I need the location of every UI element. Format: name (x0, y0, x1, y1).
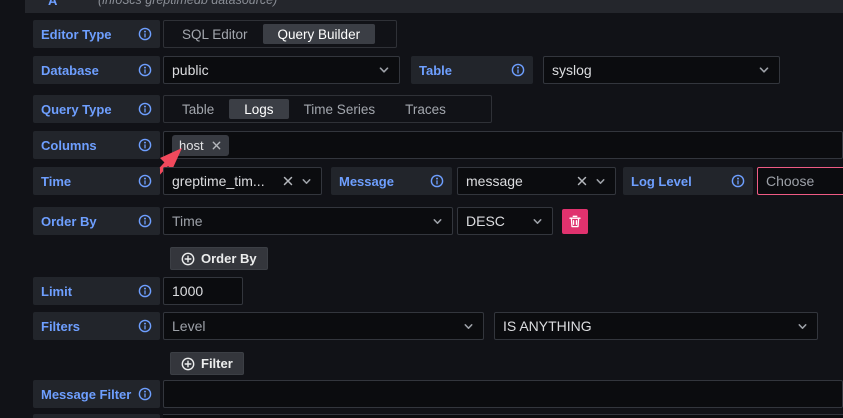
order-by-field-value: Time (172, 213, 425, 229)
order-by-label-text: Order By (41, 214, 97, 229)
time-column-select[interactable]: greptime_tim... (163, 167, 322, 195)
database-value: public (172, 62, 371, 78)
add-order-by-button[interactable]: Order By (170, 247, 268, 270)
message-label: Message (331, 167, 452, 195)
time-label-text: Time (41, 174, 71, 189)
add-filter-button[interactable]: Filter (170, 352, 244, 375)
message-label-text: Message (339, 174, 394, 189)
limit-input[interactable] (163, 277, 243, 305)
datasource-name: (info3cs greptimedb datasource) (98, 0, 277, 7)
database-label-text: Database (41, 63, 99, 78)
add-filter-button-label: Filter (201, 356, 233, 371)
query-type-label-text: Query Type (41, 102, 112, 117)
info-icon[interactable] (138, 214, 152, 228)
order-by-direction-select[interactable]: DESC (457, 207, 553, 235)
chevron-down-icon[interactable] (531, 215, 544, 228)
filter-operator-select[interactable]: IS ANYTHING (494, 312, 818, 340)
clipped-next-row-field (163, 414, 843, 418)
info-icon[interactable] (138, 174, 152, 188)
info-icon[interactable] (138, 27, 152, 41)
message-column-value: message (466, 173, 570, 189)
limit-label-text: Limit (41, 284, 72, 299)
time-label: Time (33, 167, 160, 195)
chevron-down-icon[interactable] (431, 215, 444, 228)
query-header[interactable]: A (info3cs greptimedb datasource) (25, 0, 843, 13)
columns-label: Columns (33, 131, 160, 159)
editor-type-radio-group: SQL Editor Query Builder (163, 20, 397, 48)
query-type-option-traces[interactable]: Traces (390, 99, 461, 119)
filters-label-text: Filters (41, 319, 80, 334)
info-icon[interactable] (138, 102, 152, 116)
chevron-down-icon[interactable] (796, 320, 809, 333)
order-by-direction-value: DESC (466, 213, 525, 229)
query-type-option-logs[interactable]: Logs (229, 99, 288, 119)
database-label: Database (33, 56, 160, 84)
table-label: Table (411, 56, 533, 84)
clipped-next-row-label (33, 414, 160, 418)
query-ref-id[interactable]: A (48, 0, 57, 8)
limit-label: Limit (33, 277, 160, 305)
table-label-text: Table (419, 63, 452, 78)
log-level-placeholder: Choose (766, 173, 843, 189)
columns-label-text: Columns (41, 138, 97, 153)
info-icon[interactable] (430, 174, 444, 188)
message-column-select[interactable]: message (457, 167, 616, 195)
columns-multiselect[interactable]: host (163, 131, 843, 159)
message-filter-label: Message Filter (33, 380, 160, 408)
query-type-option-time-series[interactable]: Time Series (289, 99, 391, 119)
chevron-down-icon[interactable] (300, 175, 313, 188)
table-value: syslog (552, 62, 751, 78)
column-chip-host[interactable]: host (172, 135, 229, 156)
filter-operator-value: IS ANYTHING (503, 318, 790, 334)
info-icon[interactable] (138, 319, 152, 333)
message-filter-input[interactable] (163, 380, 843, 408)
chevron-down-icon[interactable] (462, 320, 475, 333)
info-icon[interactable] (138, 63, 152, 77)
clear-icon[interactable] (282, 175, 294, 187)
editor-type-option-sql-editor[interactable]: SQL Editor (167, 24, 263, 44)
order-by-label: Order By (33, 207, 160, 235)
query-type-radio-group: Table Logs Time Series Traces (163, 95, 492, 123)
chevron-down-icon[interactable] (377, 63, 391, 77)
info-icon[interactable] (138, 138, 152, 152)
editor-type-label: Editor Type (33, 20, 160, 48)
add-order-by-button-label: Order By (201, 251, 257, 266)
chevron-down-icon[interactable] (594, 175, 607, 188)
chevron-down-icon[interactable] (757, 63, 771, 77)
order-by-field-select[interactable]: Time (163, 207, 453, 235)
time-column-value: greptime_tim... (172, 173, 276, 189)
trash-icon (568, 214, 582, 229)
remove-column-icon[interactable] (211, 140, 222, 151)
message-filter-label-text: Message Filter (41, 387, 131, 402)
info-icon[interactable] (511, 63, 525, 77)
log-level-label: Log Level (623, 167, 753, 195)
circle-plus-icon (181, 357, 195, 371)
table-select[interactable]: syslog (543, 56, 780, 84)
database-select[interactable]: public (163, 56, 400, 84)
column-chip-label: host (179, 138, 204, 153)
info-icon[interactable] (138, 284, 152, 298)
log-level-label-text: Log Level (631, 174, 692, 189)
query-editor-panel: A (info3cs greptimedb datasource) Editor… (0, 0, 843, 418)
remove-order-by-button[interactable] (562, 209, 588, 234)
query-type-option-table[interactable]: Table (167, 99, 229, 119)
info-icon[interactable] (138, 387, 152, 401)
editor-type-option-query-builder[interactable]: Query Builder (263, 24, 376, 44)
filters-label: Filters (33, 312, 160, 340)
circle-plus-icon (181, 252, 195, 266)
clear-icon[interactable] (576, 175, 588, 187)
info-icon[interactable] (731, 174, 745, 188)
editor-type-label-text: Editor Type (41, 27, 112, 42)
log-level-select[interactable]: Choose (757, 167, 843, 195)
query-type-label: Query Type (33, 95, 160, 123)
filter-field-select[interactable]: Level (163, 312, 484, 340)
filter-field-value: Level (172, 318, 456, 334)
